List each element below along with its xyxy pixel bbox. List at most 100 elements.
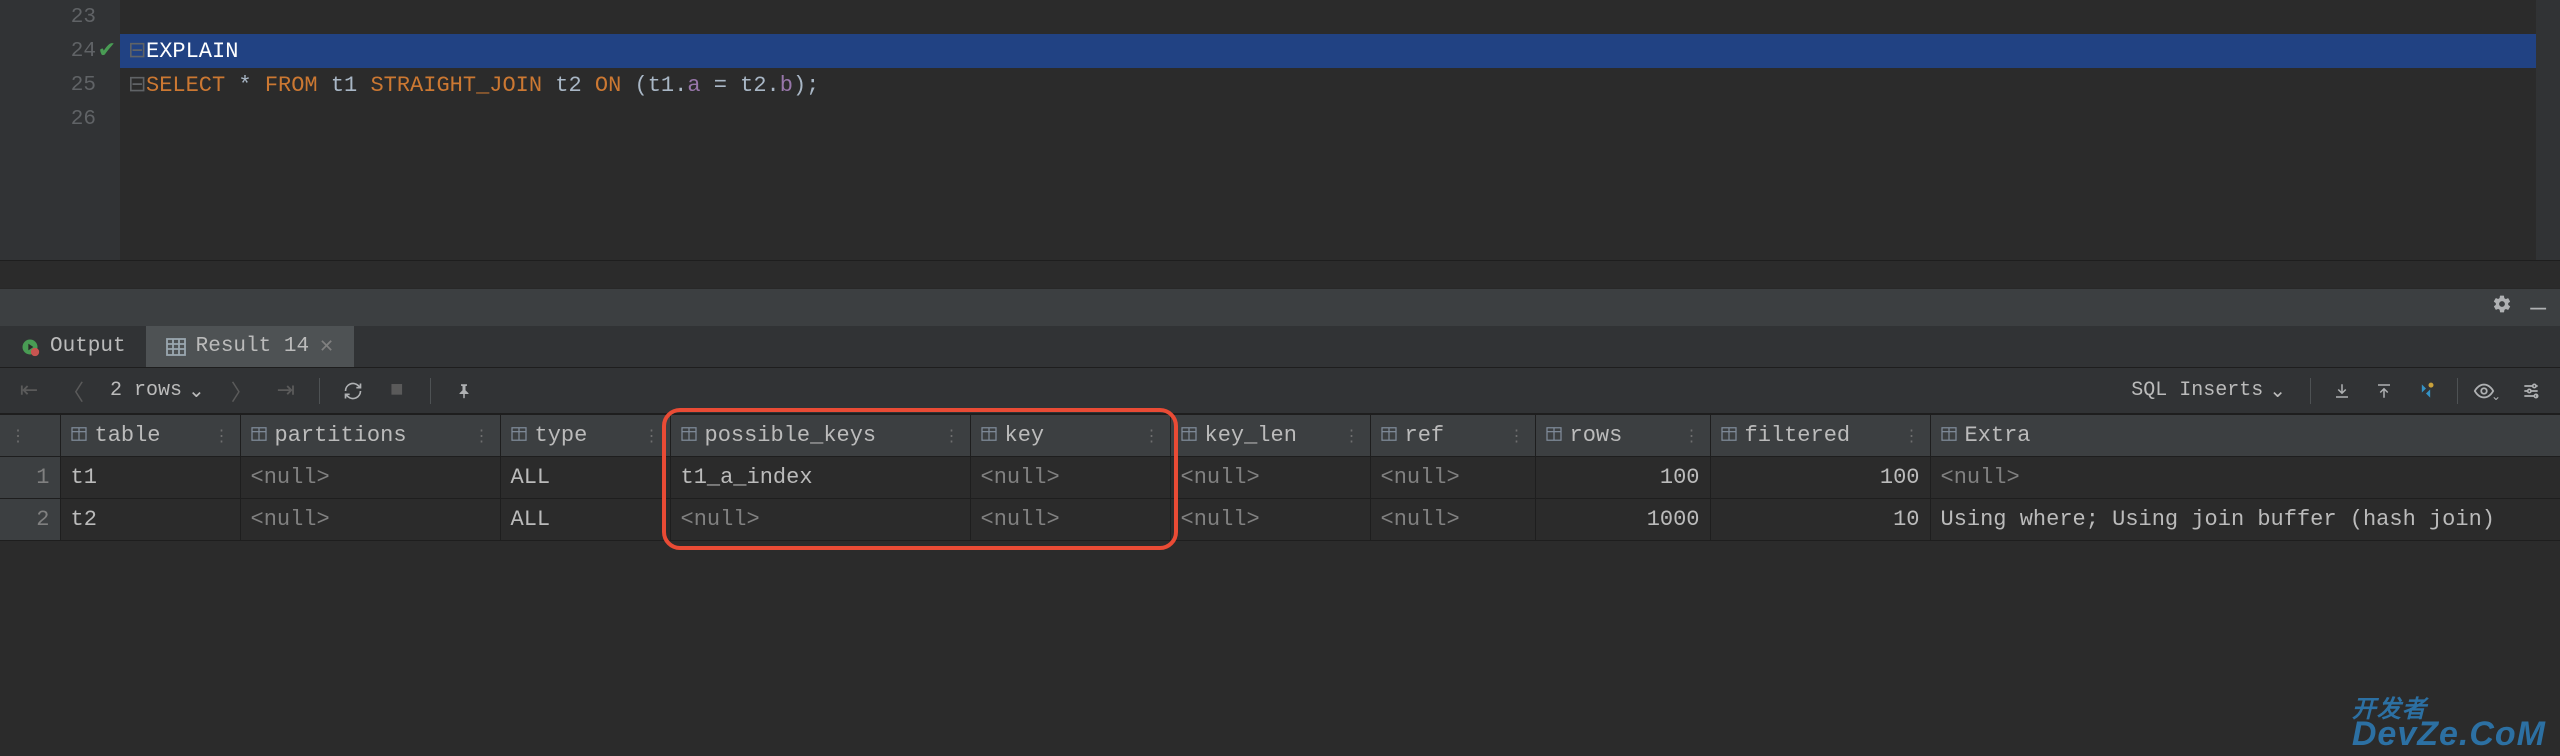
column-icon: [1181, 423, 1197, 448]
cell-filtered[interactable]: 10: [1710, 499, 1930, 541]
cell-key_len[interactable]: <null>: [1170, 499, 1370, 541]
stop-button[interactable]: ■: [380, 374, 414, 408]
gutter-line[interactable]: 25: [0, 68, 120, 102]
code-line[interactable]: ⊟EXPLAIN: [120, 34, 2536, 68]
gutter-line[interactable]: 24✔: [0, 34, 120, 68]
column-icon: [681, 423, 697, 448]
sort-handle-icon[interactable]: ⋮: [1344, 426, 1360, 446]
export-download-icon[interactable]: [2325, 374, 2359, 408]
code-token: ON: [595, 73, 621, 98]
sql-mode-dropdown[interactable]: SQL Inserts ⌄: [2121, 378, 2296, 404]
column-header-key[interactable]: key ⋮: [970, 415, 1170, 457]
prev-page-button[interactable]: 〈: [56, 374, 90, 408]
column-label: key: [1005, 423, 1045, 448]
cell-partitions[interactable]: <null>: [240, 457, 500, 499]
column-header-possible_keys[interactable]: possible_keys⋮: [670, 415, 970, 457]
column-header-type[interactable]: type⋮: [500, 415, 670, 457]
gutter-line[interactable]: 23: [0, 0, 120, 34]
reload-button[interactable]: [336, 374, 370, 408]
result-tabs: Output Result 14 ✕: [0, 326, 2560, 368]
null-value: <null>: [681, 507, 760, 532]
close-icon[interactable]: ✕: [319, 336, 334, 358]
tab-result[interactable]: Result 14 ✕: [146, 326, 355, 367]
column-header-table[interactable]: table⋮: [60, 415, 240, 457]
sort-handle-icon[interactable]: ⋮: [644, 426, 660, 446]
code-token: [318, 73, 331, 98]
row-number-header[interactable]: ⋮: [0, 415, 60, 457]
null-value: <null>: [1941, 465, 2020, 490]
eye-icon[interactable]: ⌄: [2472, 374, 2506, 408]
fold-icon[interactable]: ⊟: [128, 38, 146, 64]
cell-possible_keys[interactable]: <null>: [670, 499, 970, 541]
null-value: <null>: [251, 465, 330, 490]
sort-handle-icon[interactable]: ⋮: [1904, 426, 1920, 446]
cell-rows[interactable]: 1000: [1535, 499, 1710, 541]
sort-handle-icon[interactable]: ⋮: [1144, 426, 1160, 446]
tab-output[interactable]: Output: [0, 326, 146, 367]
sort-handle-icon[interactable]: ⋮: [474, 426, 490, 446]
column-label: filtered: [1745, 423, 1851, 448]
cell-Extra[interactable]: Using where; Using join buffer (hash joi…: [1930, 499, 2560, 541]
column-label: key_len: [1205, 423, 1297, 448]
rows-count-label: 2 rows: [110, 379, 182, 402]
code-token: *: [225, 73, 265, 98]
sort-handle-icon[interactable]: ⋮: [214, 426, 230, 446]
cell-ref[interactable]: <null>: [1370, 457, 1535, 499]
sort-handle-icon[interactable]: ⋮: [944, 426, 960, 446]
cell-type[interactable]: ALL: [500, 499, 670, 541]
settings-sliders-icon[interactable]: [2514, 374, 2548, 408]
column-icon: [71, 423, 87, 448]
column-header-ref[interactable]: ref⋮: [1370, 415, 1535, 457]
cell-key_len[interactable]: <null>: [1170, 457, 1370, 499]
row-number-cell: 2: [0, 499, 60, 541]
code-line[interactable]: ⊟SELECT * FROM t1 STRAIGHT_JOIN t2 ON (t…: [120, 68, 2536, 102]
cell-type[interactable]: ALL: [500, 457, 670, 499]
cell-table[interactable]: t2: [60, 499, 240, 541]
cell-table[interactable]: t1: [60, 457, 240, 499]
cell-rows[interactable]: 100: [1535, 457, 1710, 499]
fold-icon[interactable]: ⊟: [128, 72, 146, 98]
next-page-button[interactable]: 〉: [225, 374, 259, 408]
table-icon: [166, 338, 186, 356]
code-line[interactable]: [120, 0, 2536, 34]
hide-panel-icon[interactable]: —: [2530, 293, 2546, 323]
cell-filtered[interactable]: 100: [1710, 457, 1930, 499]
last-page-button[interactable]: ⇥: [269, 374, 303, 408]
column-icon: [251, 423, 267, 448]
first-page-button[interactable]: ⇤: [12, 374, 46, 408]
column-header-filtered[interactable]: filtered ⋮: [1710, 415, 1930, 457]
sort-handle-icon[interactable]: ⋮: [1684, 426, 1700, 446]
cell-ref[interactable]: <null>: [1370, 499, 1535, 541]
cell-key[interactable]: <null>: [970, 457, 1170, 499]
code-token: FROM: [265, 73, 318, 98]
play-icon: [20, 337, 40, 357]
cell-partitions[interactable]: <null>: [240, 499, 500, 541]
column-header-partitions[interactable]: partitions⋮: [240, 415, 500, 457]
code-token: .: [767, 73, 780, 98]
compare-icon[interactable]: [2409, 374, 2443, 408]
code-area[interactable]: ⊟EXPLAIN⊟SELECT * FROM t1 STRAIGHT_JOIN …: [120, 0, 2536, 260]
sort-handle-icon[interactable]: ⋮: [1509, 426, 1525, 446]
cell-possible_keys[interactable]: t1_a_index: [670, 457, 970, 499]
editor-area: 2324✔2526 ⊟EXPLAIN⊟SELECT * FROM t1 STRA…: [0, 0, 2560, 260]
gutter-line[interactable]: 26: [0, 102, 120, 136]
gear-icon[interactable]: [2492, 294, 2512, 321]
code-line[interactable]: [120, 102, 2536, 136]
column-icon: [511, 423, 527, 448]
cell-Extra[interactable]: <null>: [1930, 457, 2560, 499]
result-table-container: ⋮table⋮partitions⋮type⋮possible_keys⋮key…: [0, 414, 2560, 541]
column-header-key_len[interactable]: key_len ⋮: [1170, 415, 1370, 457]
separator: [430, 378, 431, 404]
watermark: 开发者 DevZe.CoM: [2352, 700, 2546, 754]
cell-key[interactable]: <null>: [970, 499, 1170, 541]
pin-button[interactable]: [447, 374, 481, 408]
table-row[interactable]: 2t2<null>ALL<null><null><null><null>1000…: [0, 499, 2560, 541]
tab-output-label: Output: [50, 335, 126, 358]
column-header-rows[interactable]: rows⋮: [1535, 415, 1710, 457]
export-upload-icon[interactable]: [2367, 374, 2401, 408]
chevron-down-icon: ⌄: [2491, 389, 2501, 404]
column-header-Extra[interactable]: Extra⋮: [1930, 415, 2560, 457]
table-row[interactable]: 1t1<null>ALLt1_a_index<null><null><null>…: [0, 457, 2560, 499]
rows-count-dropdown[interactable]: 2 rows ⌄: [100, 378, 215, 404]
column-icon: [1941, 423, 1957, 448]
